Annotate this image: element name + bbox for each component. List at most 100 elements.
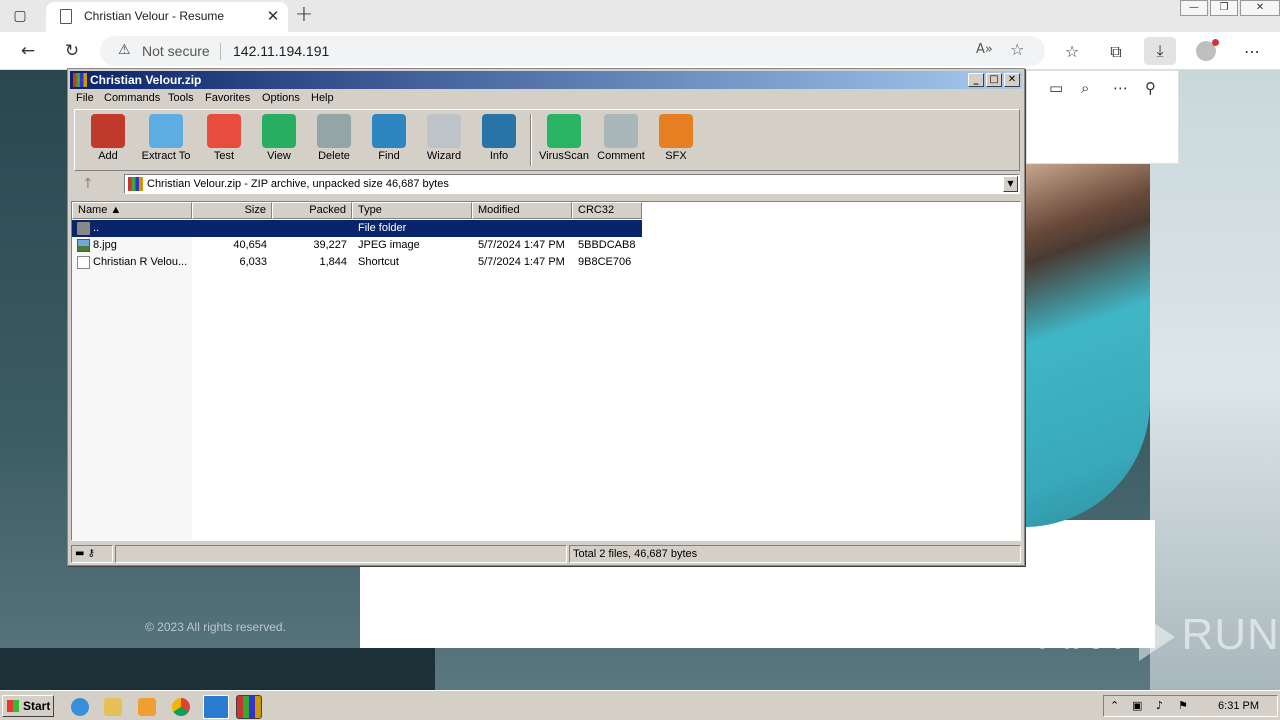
find-label: Find — [378, 150, 400, 162]
tray-expand-icon[interactable]: ⌃ — [1110, 699, 1119, 712]
find-button[interactable]: Find — [360, 114, 418, 168]
winrar-maximize-button[interactable]: □ — [986, 73, 1002, 87]
menu-help[interactable]: Help — [311, 92, 334, 104]
ie-icon[interactable] — [71, 698, 89, 716]
extract-to-icon — [149, 114, 183, 148]
chevron-down-icon[interactable]: ▼ — [1003, 176, 1018, 192]
file-row-jpg[interactable]: 8.jpg 40,654 39,227 JPEG image 5/7/2024 … — [72, 237, 642, 254]
view-button[interactable]: View — [250, 114, 308, 168]
volume-icon[interactable]: ♪ — [1156, 699, 1163, 712]
info-icon — [482, 114, 516, 148]
back-icon[interactable]: ← — [17, 40, 39, 62]
open-folder-icon[interactable]: ▭ — [1049, 79, 1063, 97]
minimize-button[interactable]: — — [1180, 0, 1208, 16]
test-button[interactable]: Test — [195, 114, 253, 168]
security-label[interactable]: Not secure — [142, 43, 210, 59]
wizard-button[interactable]: Wizard — [415, 114, 473, 168]
tab-actions-icon[interactable]: ▢ — [10, 6, 30, 26]
media-player-icon[interactable] — [138, 698, 156, 716]
winrar-title-bar[interactable]: Christian Velour.zip _ □ ✕ — [70, 71, 1022, 89]
sfx-label: SFX — [665, 150, 687, 162]
winrar-close-button[interactable]: ✕ — [1004, 73, 1020, 87]
path-text: Christian Velour.zip - ZIP archive, unpa… — [147, 178, 449, 190]
column-type[interactable]: Type — [352, 202, 472, 219]
file-type: Shortcut — [358, 256, 399, 268]
delete-button[interactable]: Delete — [305, 114, 363, 168]
add-favorite-icon[interactable]: ☆ — [1010, 40, 1024, 59]
file-modified: 5/7/2024 1:47 PM — [478, 256, 565, 268]
refresh-icon[interactable]: ↻ — [61, 40, 83, 62]
drive-key-icon[interactable]: ▬ ⚷ — [71, 545, 113, 563]
path-dropdown[interactable]: Christian Velour.zip - ZIP archive, unpa… — [124, 174, 1020, 194]
comment-button[interactable]: Comment — [592, 114, 650, 168]
page-favicon-icon — [60, 9, 72, 24]
restore-button[interactable]: ❐ — [1210, 0, 1238, 16]
search-downloads-icon[interactable]: ⌕ — [1081, 79, 1089, 97]
pin-icon[interactable]: ⚲ — [1145, 79, 1156, 97]
more-options-icon[interactable]: ⋯ — [1113, 79, 1128, 97]
test-label: Test — [213, 150, 235, 162]
status-total: Total 2 files, 46,687 bytes — [569, 545, 1021, 563]
menu-favorites[interactable]: Favorites — [205, 92, 250, 104]
add-button[interactable]: Add — [79, 114, 137, 168]
file-name: 8.jpg — [93, 239, 117, 251]
start-button[interactable]: Start — [2, 695, 54, 717]
window-controls: — ❐ ✕ — [1178, 0, 1280, 18]
extract-to-button[interactable]: Extract To — [137, 114, 195, 168]
column-crc32[interactable]: CRC32 — [572, 202, 642, 219]
warning-icon[interactable]: ⚠ — [118, 42, 131, 58]
file-row-shortcut[interactable]: Christian R Velou... 6,033 1,844 Shortcu… — [72, 254, 642, 271]
virusscan-button[interactable]: VirusScan — [535, 114, 593, 168]
close-window-button[interactable]: ✕ — [1240, 0, 1280, 16]
clock[interactable]: 6:31 PM — [1218, 700, 1259, 712]
virusscan-icon — [547, 114, 581, 148]
status-bar: ▬ ⚷ Total 2 files, 46,687 bytes — [71, 545, 1021, 563]
watermark-text-right: RUN — [1181, 610, 1280, 659]
network-icon[interactable]: ▣ — [1132, 699, 1142, 712]
status-panel-left — [115, 545, 567, 563]
column-modified[interactable]: Modified — [472, 202, 572, 219]
winrar-minimize-button[interactable]: _ — [968, 73, 984, 87]
sfx-icon — [659, 114, 693, 148]
menu-tools[interactable]: Tools — [168, 92, 194, 104]
menu-options[interactable]: Options — [262, 92, 300, 104]
up-folder-icon[interactable]: ↑ — [82, 176, 94, 192]
winrar-window: Christian Velour.zip _ □ ✕ File Commands… — [67, 68, 1025, 566]
favorites-icon[interactable]: ☆ — [1061, 41, 1083, 63]
info-button[interactable]: Info — [470, 114, 528, 168]
close-tab-icon[interactable]: ✕ — [264, 7, 282, 25]
copyright-text: © 2023 All rights reserved. — [145, 620, 286, 634]
system-tray: ⌃ ▣ ♪ ⚑ 6:31 PM — [1103, 695, 1278, 717]
new-tab-icon[interactable]: + — [292, 4, 316, 28]
flag-icon[interactable]: ⚑ — [1178, 699, 1188, 712]
address-bar[interactable]: ⚠ Not secure 142.11.194.191 A» ☆ — [100, 36, 1045, 66]
explorer-icon[interactable] — [104, 698, 122, 716]
extract-to-label: Extract To — [141, 150, 191, 162]
read-aloud-icon[interactable]: A» — [976, 42, 993, 57]
url-text[interactable]: 142.11.194.191 — [233, 43, 329, 59]
taskbar: Start ⌃ ▣ ♪ ⚑ 6:31 PM — [0, 690, 1280, 720]
column-packed[interactable]: Packed — [272, 202, 352, 219]
anyrun-watermark: ANY RUN — [1040, 610, 1280, 662]
downloads-icon[interactable]: ⤓ — [1144, 37, 1176, 65]
more-menu-icon[interactable]: ⋯ — [1241, 41, 1263, 63]
delete-icon — [317, 114, 351, 148]
collections-icon[interactable]: ⧉ — [1105, 41, 1127, 63]
info-label: Info — [489, 150, 509, 162]
sfx-button[interactable]: SFX — [647, 114, 705, 168]
column-size[interactable]: Size — [192, 202, 272, 219]
browser-tab[interactable]: Christian Velour - Resume ✕ — [46, 2, 288, 32]
column-name[interactable]: Name ▲ — [72, 202, 192, 219]
menu-file[interactable]: File — [76, 92, 94, 104]
menu-commands[interactable]: Commands — [104, 92, 160, 104]
file-type: File folder — [358, 222, 407, 234]
wizard-label: Wizard — [426, 150, 462, 162]
chrome-icon[interactable] — [172, 698, 190, 716]
file-name: Christian R Velou... — [93, 256, 188, 268]
edge-taskbar-icon[interactable] — [203, 695, 229, 719]
profile-avatar[interactable] — [1196, 39, 1219, 61]
column-headers: Name ▲ Size Packed Type Modified CRC32 — [72, 202, 1020, 219]
file-row-parent[interactable]: .. File folder — [72, 220, 642, 237]
column-name-label: Name — [78, 204, 108, 216]
winrar-taskbar-icon[interactable] — [236, 695, 262, 719]
